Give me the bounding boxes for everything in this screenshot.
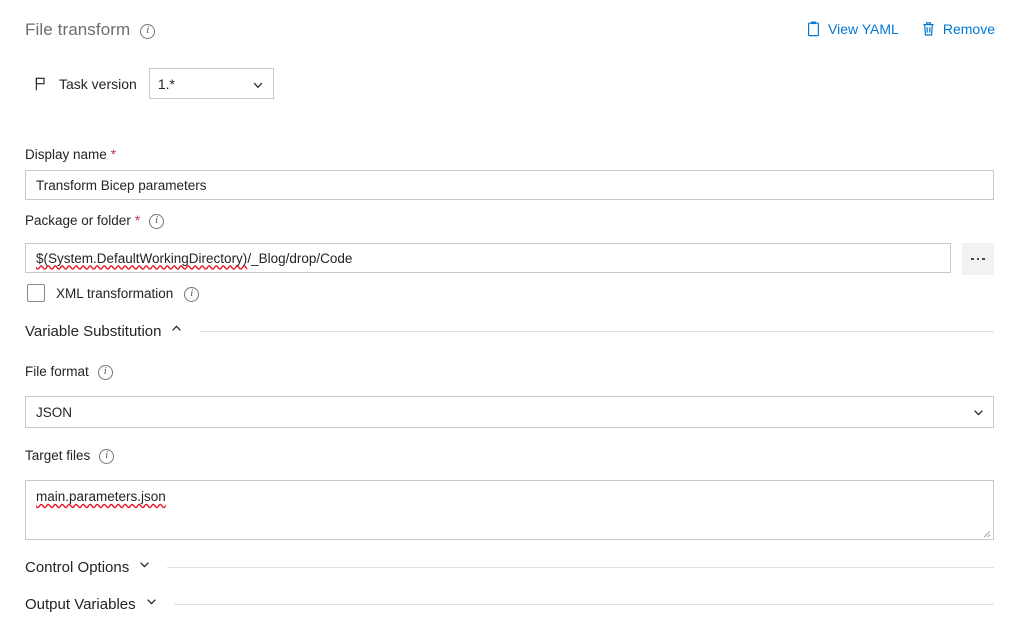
trash-icon xyxy=(921,21,936,37)
info-icon[interactable] xyxy=(99,449,115,464)
display-name-required-marker: * xyxy=(110,147,117,162)
task-version-label: Task version xyxy=(59,75,137,92)
display-name-label-row: Display name * xyxy=(25,147,116,162)
section-variable-substitution[interactable]: Variable Substitution xyxy=(25,322,994,340)
package-folder-value-misspelled: $(System.DefaultWorkingDirectory) xyxy=(36,250,248,266)
info-icon[interactable] xyxy=(97,365,113,380)
target-files-label-row: Target files xyxy=(25,448,115,464)
file-format-label: File format xyxy=(25,364,89,379)
display-name-input[interactable]: Transform Bicep parameters xyxy=(25,170,994,200)
task-version-select[interactable]: 1.* xyxy=(148,68,274,99)
title-row: File transform xyxy=(25,20,156,40)
display-name-label: Display name xyxy=(25,147,107,162)
panel-header: File transform View YAML xyxy=(0,0,1017,60)
file-format-select[interactable]: JSON xyxy=(25,396,994,428)
target-files-label: Target files xyxy=(25,448,91,463)
section-control-options-title: Control Options xyxy=(25,558,130,576)
section-output-variables[interactable]: Output Variables xyxy=(25,595,994,613)
chevron-down-icon xyxy=(972,406,984,418)
resize-handle-icon[interactable] xyxy=(980,526,991,538)
section-divider xyxy=(199,330,994,332)
info-icon[interactable] xyxy=(149,214,165,229)
chevron-down-icon xyxy=(145,595,158,613)
package-folder-label-row: Package or folder * xyxy=(25,213,165,229)
xml-transformation-label: XML transformation xyxy=(56,285,174,301)
chevron-down-icon xyxy=(138,558,151,576)
chevron-up-icon xyxy=(170,322,183,340)
ellipsis-icon xyxy=(982,257,985,261)
package-folder-required-marker: * xyxy=(134,213,141,228)
remove-label: Remove xyxy=(942,21,995,37)
section-variable-substitution-title: Variable Substitution xyxy=(25,322,162,340)
task-version-row: Task version 1.* xyxy=(33,68,274,99)
info-icon[interactable] xyxy=(184,286,200,302)
target-files-textarea[interactable]: main.parameters.json xyxy=(25,480,994,540)
view-yaml-button[interactable]: View YAML xyxy=(806,21,899,37)
clipboard-icon xyxy=(806,21,821,37)
target-files-value: main.parameters.json xyxy=(36,489,166,504)
header-actions: View YAML Remove xyxy=(806,21,995,37)
package-folder-label: Package or folder xyxy=(25,213,131,228)
section-control-options[interactable]: Control Options xyxy=(25,558,994,576)
file-format-label-row: File format xyxy=(25,364,113,380)
task-version-value: 1.* xyxy=(157,75,175,92)
remove-button[interactable]: Remove xyxy=(921,21,995,37)
xml-transformation-checkbox-row[interactable]: XML transformation xyxy=(27,284,200,302)
xml-transformation-checkbox[interactable] xyxy=(27,284,45,302)
file-format-value: JSON xyxy=(36,404,73,420)
view-yaml-label: View YAML xyxy=(828,21,899,37)
package-folder-input[interactable]: $(System.DefaultWorkingDirectory)/_Blog/… xyxy=(25,243,951,273)
info-icon[interactable] xyxy=(140,23,156,39)
ellipsis-icon xyxy=(976,257,980,261)
section-divider xyxy=(173,603,994,605)
package-folder-value-rest: /_Blog/drop/Code xyxy=(247,250,353,266)
chevron-down-icon xyxy=(252,78,264,90)
display-name-value: Transform Bicep parameters xyxy=(36,177,207,193)
page-title: File transform xyxy=(25,20,131,39)
browse-button[interactable] xyxy=(962,243,994,275)
flag-icon xyxy=(33,76,49,92)
section-output-variables-title: Output Variables xyxy=(25,595,136,613)
section-divider xyxy=(167,566,994,568)
ellipsis-icon xyxy=(971,257,974,261)
file-transform-task-panel: File transform View YAML xyxy=(0,0,1017,626)
